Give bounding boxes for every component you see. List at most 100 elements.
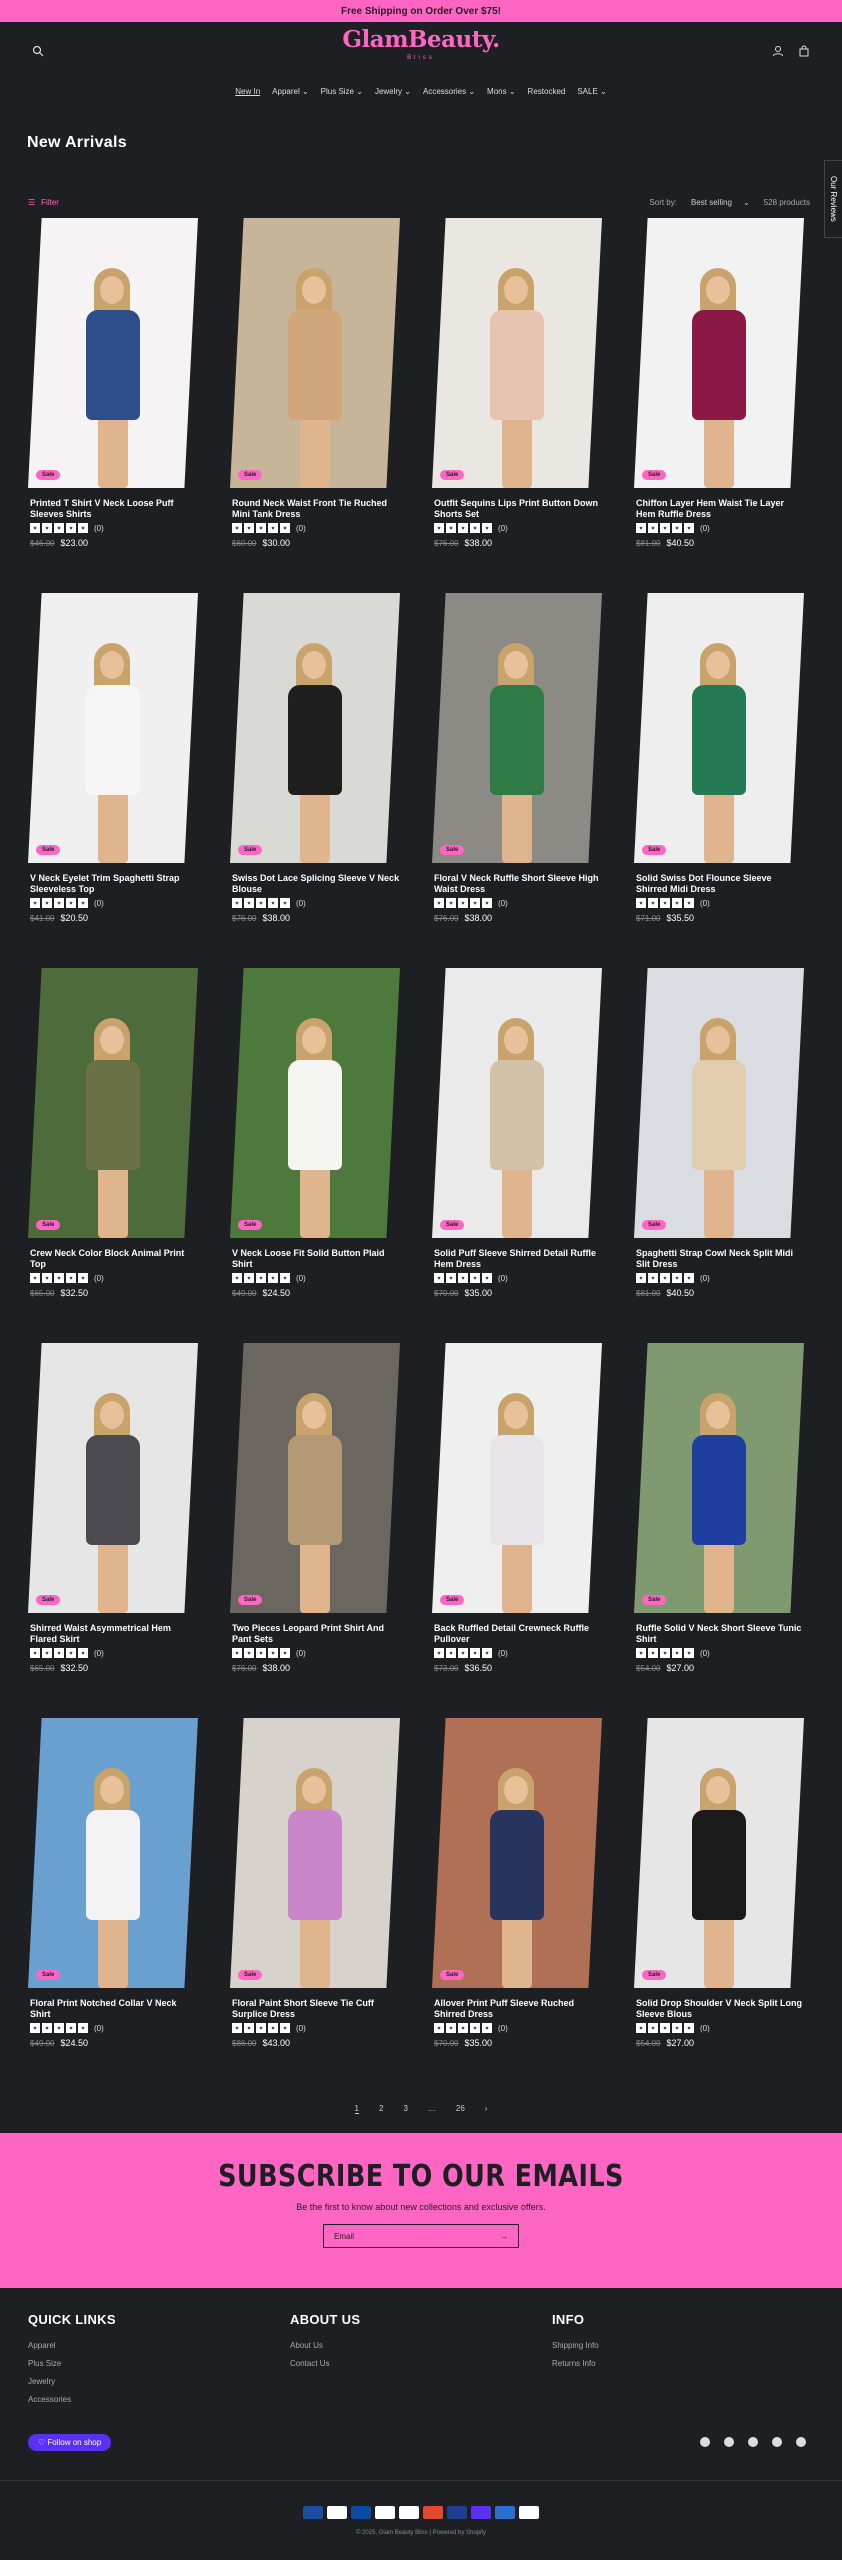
product-image[interactable]: Sale bbox=[634, 1343, 804, 1613]
product-image[interactable]: Sale bbox=[28, 1343, 198, 1613]
product-card[interactable]: Sale Printed T Shirt V Neck Loose Puff Sl… bbox=[28, 218, 198, 548]
product-name[interactable]: Floral Paint Short Sleeve Tie Cuff Surpl… bbox=[230, 1998, 400, 2020]
nav-apparel[interactable]: Apparel ⌄ bbox=[272, 87, 309, 96]
product-card[interactable]: Sale Ruffle Solid V Neck Short Sleeve Tun… bbox=[634, 1343, 804, 1673]
page-2[interactable]: 2 bbox=[379, 2104, 383, 2114]
product-name[interactable]: Solid Drop Shoulder V Neck Split Long Sl… bbox=[634, 1998, 804, 2020]
reviews-tab[interactable]: Our Reviews bbox=[824, 160, 842, 238]
product-image[interactable]: Sale bbox=[634, 218, 804, 488]
product-name[interactable]: Allover Print Puff Sleeve Ruched Shirred… bbox=[432, 1998, 602, 2020]
product-card[interactable]: Sale Back Ruffled Detail Crewneck Ruffle … bbox=[432, 1343, 602, 1673]
product-name[interactable]: Back Ruffled Detail Crewneck Ruffle Pull… bbox=[432, 1623, 602, 1645]
product-name[interactable]: Crew Neck Color Block Animal Print Top bbox=[28, 1248, 198, 1270]
page-3[interactable]: 3 bbox=[403, 2104, 407, 2114]
product-image[interactable]: Sale bbox=[432, 1343, 602, 1613]
product-name[interactable]: Shirred Waist Asymmetrical Hem Flared Sk… bbox=[28, 1623, 198, 1645]
nav-sale[interactable]: SALE ⌄ bbox=[577, 87, 606, 96]
product-card[interactable]: Sale Floral V Neck Ruffle Short Sleeve Hi… bbox=[432, 593, 602, 923]
star-icon bbox=[636, 1648, 646, 1658]
product-name[interactable]: Chiffon Layer Hem Waist Tie Layer Hem Ru… bbox=[634, 498, 804, 520]
x-icon[interactable] bbox=[796, 2437, 806, 2447]
product-image[interactable]: Sale bbox=[28, 968, 198, 1238]
product-card[interactable]: Sale Shirred Waist Asymmetrical Hem Flare… bbox=[28, 1343, 198, 1673]
product-image[interactable]: Sale bbox=[230, 1343, 400, 1613]
footer-link-apparel[interactable]: Apparel bbox=[28, 2341, 290, 2350]
product-name[interactable]: Printed T Shirt V Neck Loose Puff Sleeve… bbox=[28, 498, 198, 520]
product-name[interactable]: Ruffle Solid V Neck Short Sleeve Tunic S… bbox=[634, 1623, 804, 1645]
review-count: (0) bbox=[94, 1648, 104, 1658]
product-image[interactable]: Sale bbox=[634, 968, 804, 1238]
product-card[interactable]: Sale Floral Paint Short Sleeve Tie Cuff S… bbox=[230, 1718, 400, 2048]
nav-new-in[interactable]: New In bbox=[235, 87, 260, 96]
nav-plus-size[interactable]: Plus Size ⌄ bbox=[321, 87, 363, 96]
product-card[interactable]: Sale Spaghetti Strap Cowl Neck Split Midi… bbox=[634, 968, 804, 1298]
footer-link-contact-us[interactable]: Contact Us bbox=[290, 2359, 552, 2368]
facebook-icon[interactable] bbox=[700, 2437, 710, 2447]
page-26[interactable]: 26 bbox=[456, 2104, 465, 2114]
footer-link-shipping-info[interactable]: Shipping Info bbox=[552, 2341, 814, 2350]
product-image[interactable]: Sale bbox=[230, 218, 400, 488]
nav-mons[interactable]: Mons ⌄ bbox=[487, 87, 516, 96]
product-name[interactable]: V Neck Loose Fit Solid Button Plaid Shir… bbox=[230, 1248, 400, 1270]
product-name[interactable]: Spaghetti Strap Cowl Neck Split Midi Sli… bbox=[634, 1248, 804, 1270]
product-image[interactable]: Sale bbox=[634, 593, 804, 863]
brand-logo[interactable]: GlamBeauty. Bliss bbox=[342, 26, 500, 62]
filter-button[interactable]: ☰ Filter bbox=[28, 198, 59, 207]
product-name[interactable]: Round Neck Waist Front Tie Ruched Mini T… bbox=[230, 498, 400, 520]
page-title: New Arrivals bbox=[27, 134, 127, 151]
nav-accessories[interactable]: Accessories ⌄ bbox=[423, 87, 475, 96]
product-card[interactable]: Sale Chiffon Layer Hem Waist Tie Layer He… bbox=[634, 218, 804, 548]
product-image[interactable]: Sale bbox=[230, 593, 400, 863]
product-card[interactable]: Sale Solid Swiss Dot Flounce Sleeve Shirr… bbox=[634, 593, 804, 923]
follow-on-shop-button[interactable]: ♡ Follow on shop bbox=[28, 2434, 112, 2451]
product-image[interactable]: Sale bbox=[28, 1718, 198, 1988]
product-image[interactable]: Sale bbox=[230, 968, 400, 1238]
email-field[interactable]: Email → bbox=[323, 2224, 519, 2248]
product-image[interactable]: Sale bbox=[28, 218, 198, 488]
product-name[interactable]: Floral V Neck Ruffle Short Sleeve High W… bbox=[432, 873, 602, 895]
product-card[interactable]: Sale Round Neck Waist Front Tie Ruched Mi… bbox=[230, 218, 400, 548]
product-image[interactable]: Sale bbox=[432, 1718, 602, 1988]
product-card[interactable]: Sale Swiss Dot Lace Splicing Sleeve V Nec… bbox=[230, 593, 400, 923]
product-card[interactable]: Sale Crew Neck Color Block Animal Print T… bbox=[28, 968, 198, 1298]
product-card[interactable]: Sale Allover Print Puff Sleeve Ruched Shi… bbox=[432, 1718, 602, 2048]
product-name[interactable]: V Neck Eyelet Trim Spaghetti Strap Sleev… bbox=[28, 873, 198, 895]
nav-jewelry[interactable]: Jewelry ⌄ bbox=[375, 87, 411, 96]
submit-arrow-icon[interactable]: → bbox=[500, 2232, 508, 2241]
search-icon[interactable] bbox=[32, 44, 44, 57]
footer-link-jewelry[interactable]: Jewelry bbox=[28, 2377, 290, 2386]
footer-link-plus-size[interactable]: Plus Size bbox=[28, 2359, 290, 2368]
product-name[interactable]: Two Pieces Leopard Print Shirt And Pant … bbox=[230, 1623, 400, 1645]
product-card[interactable]: Sale Solid Drop Shoulder V Neck Split Lon… bbox=[634, 1718, 804, 2048]
product-image[interactable]: Sale bbox=[634, 1718, 804, 1988]
footer-link-accessories[interactable]: Accessories bbox=[28, 2395, 290, 2404]
product-card[interactable]: Sale Solid Puff Sleeve Shirred Detail Ruf… bbox=[432, 968, 602, 1298]
product-image[interactable]: Sale bbox=[432, 593, 602, 863]
product-card[interactable]: Sale Outfit Sequins Lips Print Button Dow… bbox=[432, 218, 602, 548]
product-name[interactable]: Solid Swiss Dot Flounce Sleeve Shirred M… bbox=[634, 873, 804, 895]
account-icon[interactable] bbox=[772, 44, 784, 57]
sort-select[interactable]: Best selling ⌄ bbox=[691, 198, 750, 207]
product-name[interactable]: Outfit Sequins Lips Print Button Down Sh… bbox=[432, 498, 602, 520]
product-name[interactable]: Floral Print Notched Collar V Neck Shirt bbox=[28, 1998, 198, 2020]
footer-link-about-us[interactable]: About Us bbox=[290, 2341, 552, 2350]
youtube-icon[interactable] bbox=[748, 2437, 758, 2447]
tiktok-icon[interactable] bbox=[772, 2437, 782, 2447]
product-image[interactable]: Sale bbox=[28, 593, 198, 863]
product-card[interactable]: Sale Two Pieces Leopard Print Shirt And P… bbox=[230, 1343, 400, 1673]
product-card[interactable]: Sale V Neck Eyelet Trim Spaghetti Strap S… bbox=[28, 593, 198, 923]
product-image[interactable]: Sale bbox=[230, 1718, 400, 1988]
product-name[interactable]: Solid Puff Sleeve Shirred Detail Ruffle … bbox=[432, 1248, 602, 1270]
star-icon bbox=[268, 1273, 278, 1283]
footer-link-returns-info[interactable]: Returns Info bbox=[552, 2359, 814, 2368]
page-1[interactable]: 1 bbox=[354, 2104, 359, 2114]
product-card[interactable]: Sale Floral Print Notched Collar V Neck S… bbox=[28, 1718, 198, 2048]
product-image[interactable]: Sale bbox=[432, 968, 602, 1238]
product-card[interactable]: Sale V Neck Loose Fit Solid Button Plaid … bbox=[230, 968, 400, 1298]
instagram-icon[interactable] bbox=[724, 2437, 734, 2447]
next-page-icon[interactable]: › bbox=[485, 2104, 488, 2114]
product-name[interactable]: Swiss Dot Lace Splicing Sleeve V Neck Bl… bbox=[230, 873, 400, 895]
cart-icon[interactable] bbox=[798, 44, 810, 57]
nav-restocked[interactable]: Restocked bbox=[528, 87, 566, 96]
product-image[interactable]: Sale bbox=[432, 218, 602, 488]
